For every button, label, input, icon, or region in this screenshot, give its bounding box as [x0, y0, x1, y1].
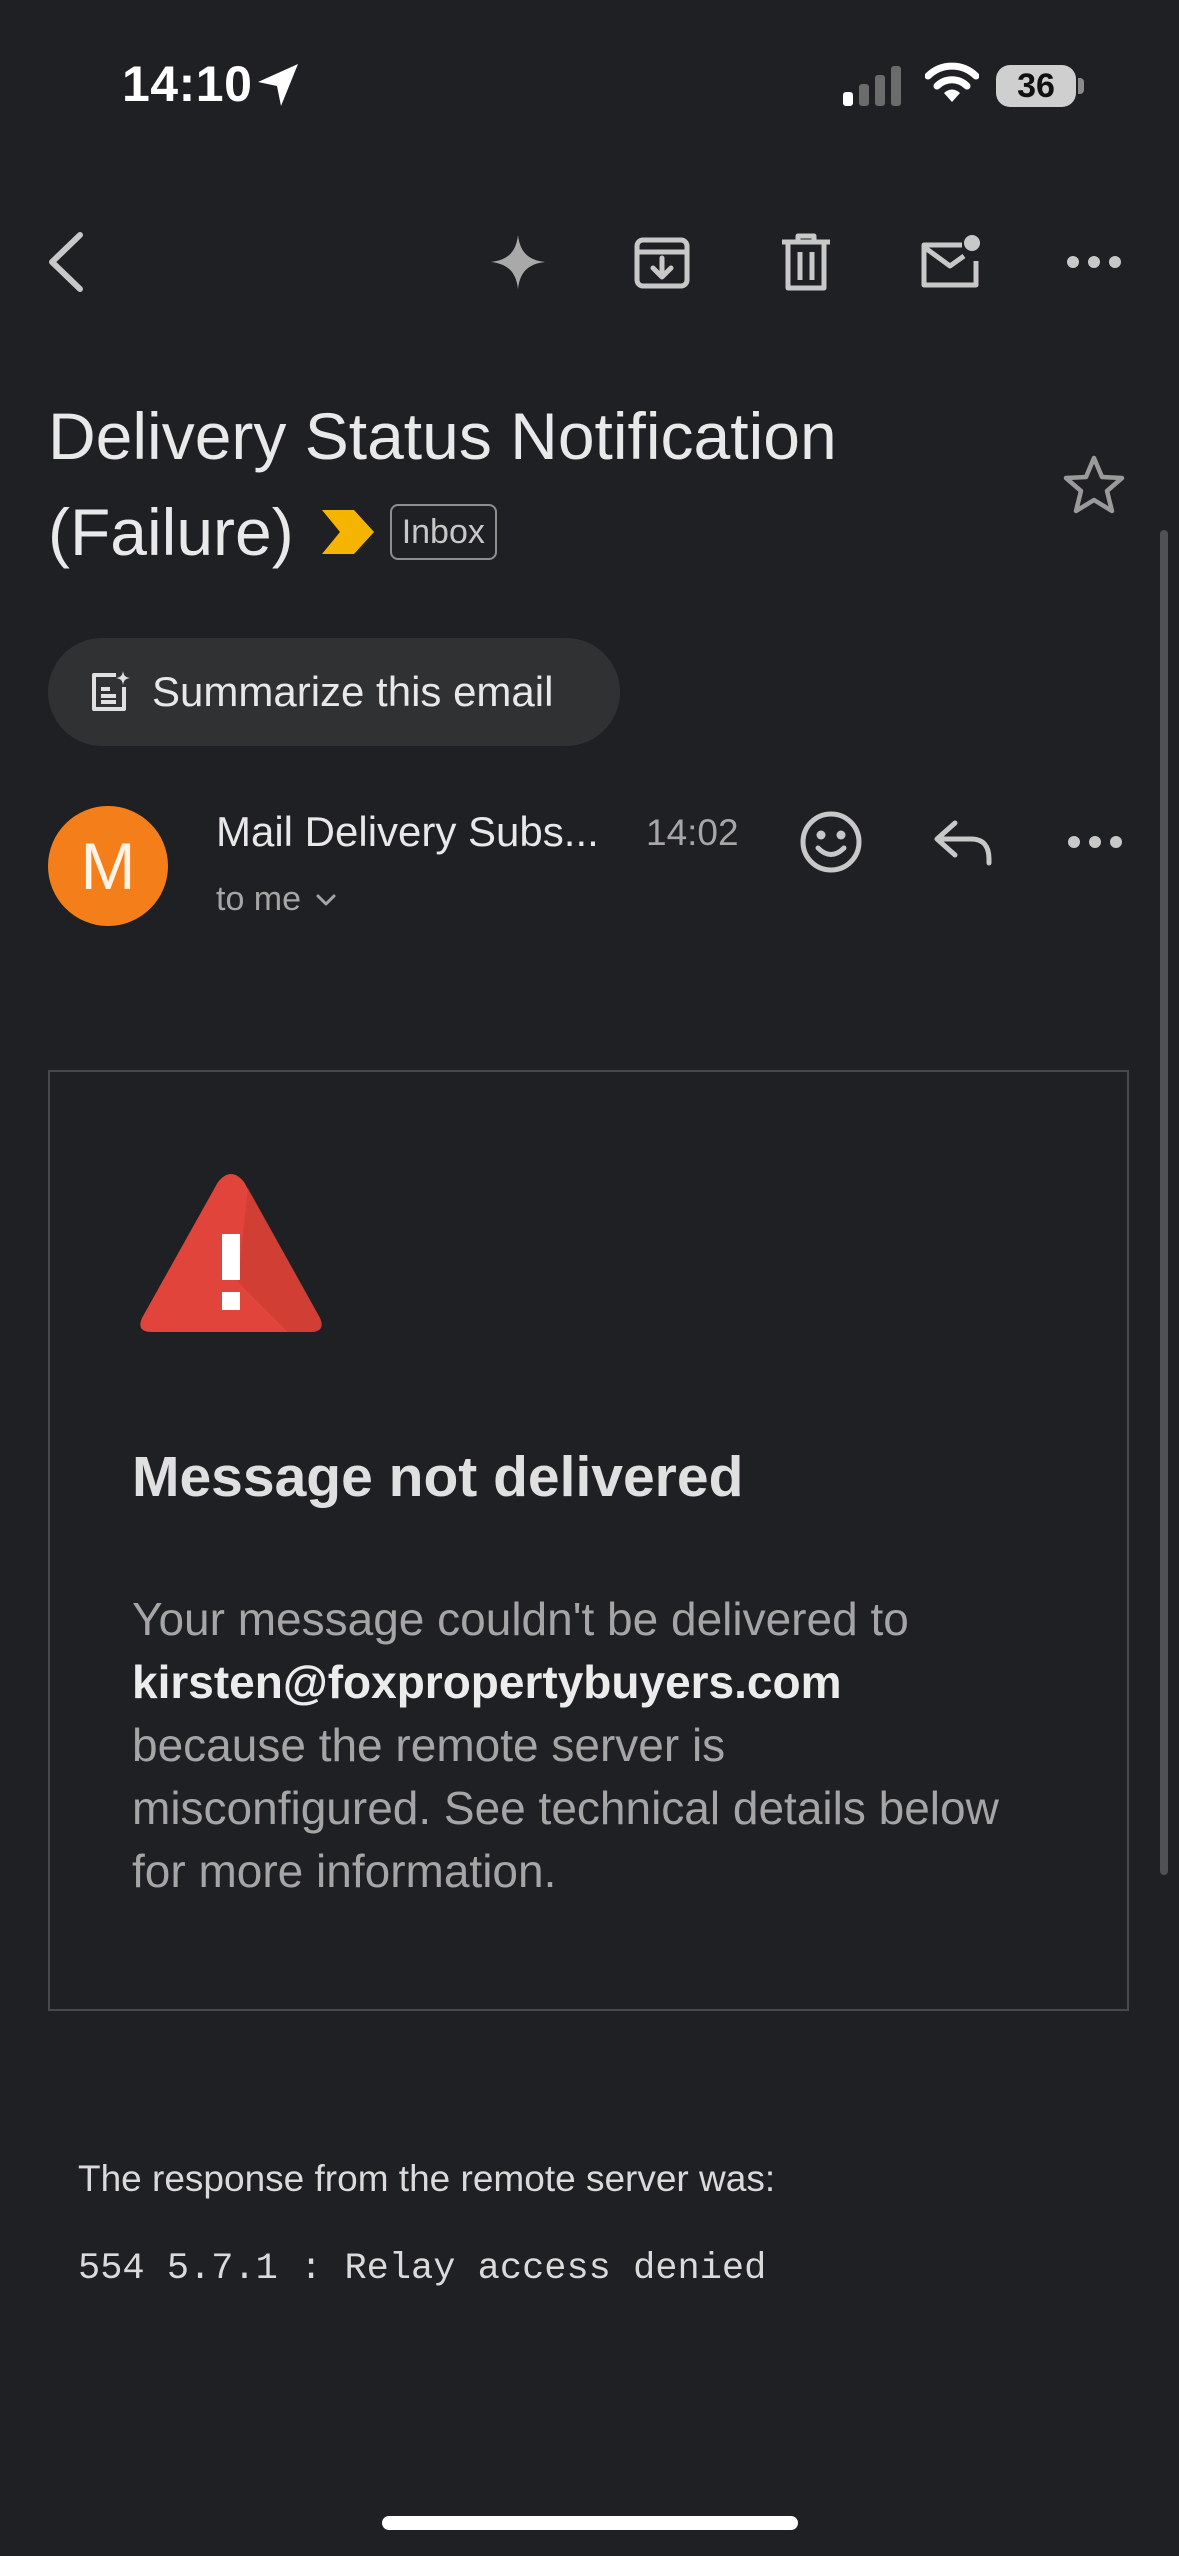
status-time: 14:10 — [122, 56, 253, 112]
response-label: The response from the remote server was: — [78, 2158, 776, 2199]
recipient-details-toggle[interactable]: to me — [216, 880, 337, 919]
more-horizontal-icon — [1067, 256, 1121, 268]
battery-level: 36 — [1017, 66, 1055, 105]
gemini-button[interactable] — [478, 222, 558, 302]
sender-name[interactable]: Mail Delivery Subs... — [216, 808, 599, 856]
recipient-address[interactable]: kirsten@foxpropertybuyers.com — [132, 1656, 842, 1708]
inbox-label-chip[interactable]: Inbox — [389, 503, 497, 560]
email-subject: Delivery Status Notification (Failure) In… — [48, 388, 1008, 580]
message-more-button[interactable] — [1050, 802, 1140, 882]
warning-triangle-icon — [138, 1172, 324, 1336]
bounce-body: Your message couldn't be delivered to ki… — [132, 1588, 1032, 1903]
importance-marker-icon[interactable] — [321, 509, 374, 554]
delete-button[interactable] — [766, 222, 846, 302]
response-code: 554 5.7.1 : Relay access denied — [78, 2248, 767, 2290]
emoji-icon — [800, 811, 862, 873]
recipient-label: to me — [216, 880, 302, 918]
cellular-signal-icon — [843, 66, 905, 106]
summarize-label: Summarize this email — [152, 668, 554, 715]
bounce-body-reason: because the remote server is misconfigur… — [132, 1719, 999, 1897]
gemini-sparkle-icon — [491, 235, 545, 289]
location-arrow-icon — [256, 62, 300, 108]
reply-icon — [934, 820, 992, 866]
sender-avatar[interactable]: M — [48, 806, 168, 926]
back-chevron-icon — [49, 232, 83, 292]
archive-icon — [634, 237, 690, 289]
star-icon — [1063, 455, 1125, 514]
back-button[interactable] — [26, 222, 106, 302]
more-horizontal-icon — [1068, 836, 1122, 848]
battery-tip — [1078, 78, 1084, 94]
trash-icon — [782, 233, 830, 291]
mark-unread-icon — [921, 235, 980, 288]
subject-line-1: Delivery Status Notification — [48, 399, 837, 473]
subject-line-2: (Failure) — [48, 495, 294, 569]
bounce-title: Message not delivered — [132, 1445, 744, 1509]
scrollbar[interactable] — [1160, 530, 1168, 1875]
sent-time: 14:02 — [646, 812, 739, 853]
more-options-button[interactable] — [1054, 222, 1134, 302]
battery-icon: 36 — [996, 65, 1076, 107]
mark-unread-button[interactable] — [910, 222, 990, 302]
archive-button[interactable] — [622, 222, 702, 302]
home-indicator[interactable] — [382, 2516, 798, 2530]
star-button[interactable] — [1062, 454, 1126, 516]
chevron-down-icon — [316, 894, 336, 905]
summarize-icon — [92, 671, 130, 711]
add-reaction-button[interactable] — [786, 802, 876, 882]
reply-button[interactable] — [918, 802, 1008, 882]
bounce-body-intro: Your message couldn't be delivered to — [132, 1593, 909, 1645]
summarize-email-button[interactable]: Summarize this email — [48, 638, 620, 746]
subject-line-2-row: (Failure) Inbox — [48, 484, 1008, 580]
wifi-icon — [925, 62, 979, 104]
